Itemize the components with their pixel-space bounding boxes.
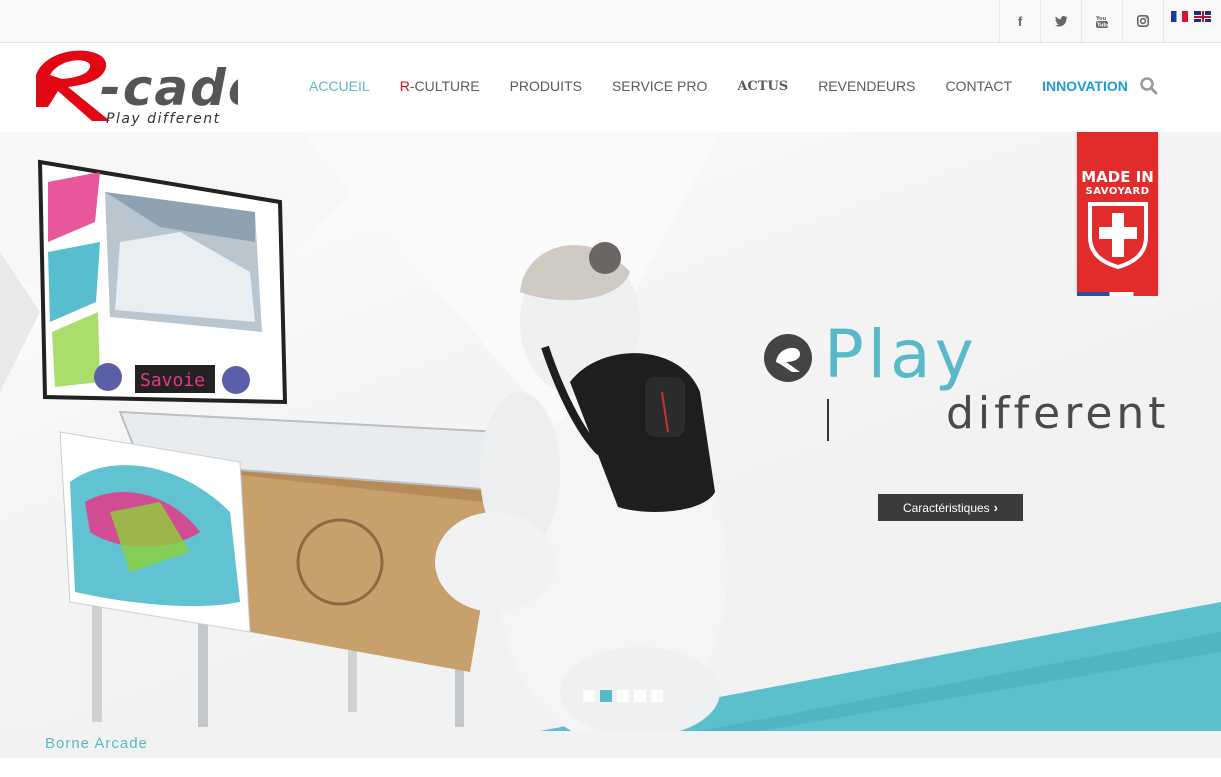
nav-item-accueil[interactable]: ACCUEIL <box>309 78 370 94</box>
instagram-icon[interactable] <box>1122 0 1164 42</box>
pinball-display-text: Savoie <box>140 370 205 391</box>
hero-slider: Savoie MADE IN SAVOYARD Play different C… <box>0 132 1221 731</box>
top-bar: f YouTube <box>0 0 1221 43</box>
badge-line-1: MADE IN <box>1081 168 1154 186</box>
youtube-icon[interactable]: YouTube <box>1081 0 1122 42</box>
slogan-different: different <box>946 388 1170 439</box>
site-logo[interactable]: -cade Play different <box>28 45 262 127</box>
english-flag-icon[interactable] <box>1194 11 1211 22</box>
savoie-shield-icon <box>1087 202 1148 269</box>
badge-tricolor-stripe <box>1077 292 1158 296</box>
search-icon[interactable] <box>1139 76 1159 96</box>
site-header: -cade Play different ACCUEIL R-CULTURE P… <box>0 43 1221 132</box>
slide-dot[interactable] <box>634 690 646 702</box>
logo-wordmark: -cade <box>100 59 238 117</box>
caracteristiques-button[interactable]: Caractéristiques › <box>878 494 1023 521</box>
twitter-icon[interactable] <box>1040 0 1081 42</box>
language-switcher <box>1171 11 1211 22</box>
social-links: f YouTube <box>999 0 1164 42</box>
section-title: Borne Arcade <box>45 735 148 752</box>
section-strip: Borne Arcade <box>0 731 1221 758</box>
badge-line-2: SAVOYARD <box>1085 186 1150 197</box>
slider-pagination <box>583 690 663 702</box>
r-cade-round-logo-icon <box>764 334 812 382</box>
logo-tagline: Play different <box>106 111 221 127</box>
svg-text:Tube: Tube <box>1097 22 1108 28</box>
nav-item-produits[interactable]: PRODUITS <box>510 78 582 94</box>
cta-label: Caractéristiques <box>902 500 990 515</box>
slide-dot[interactable] <box>617 690 629 702</box>
french-flag-icon[interactable] <box>1171 11 1188 22</box>
slide-dot[interactable] <box>651 690 663 702</box>
nav-item-contact[interactable]: CONTACT <box>945 78 1012 94</box>
slogan-divider <box>827 399 829 441</box>
facebook-icon[interactable]: f <box>999 0 1040 42</box>
nav-item-service-pro[interactable]: SERVICE PRO <box>612 78 707 94</box>
chevron-right-icon: › <box>993 500 999 515</box>
slogan-play: Play <box>824 316 978 393</box>
nav-item-revendeurs[interactable]: REVENDEURS <box>818 78 915 94</box>
nav-item-r-culture[interactable]: R-CULTURE <box>400 78 480 94</box>
slide-dot[interactable] <box>583 690 595 702</box>
nav-item-actus[interactable]: ACTUS <box>737 79 788 94</box>
made-in-savoyard-badge: MADE IN SAVOYARD <box>1077 132 1158 296</box>
nav-item-innovation[interactable]: INNOVATION <box>1042 78 1128 94</box>
nav-r-prefix: R <box>399 78 410 94</box>
main-nav: ACCUEIL R-CULTURE PRODUITS SERVICE PRO A… <box>309 78 1158 94</box>
nav-item-label: -CULTURE <box>409 78 480 94</box>
slide-dot-active[interactable] <box>600 690 612 702</box>
